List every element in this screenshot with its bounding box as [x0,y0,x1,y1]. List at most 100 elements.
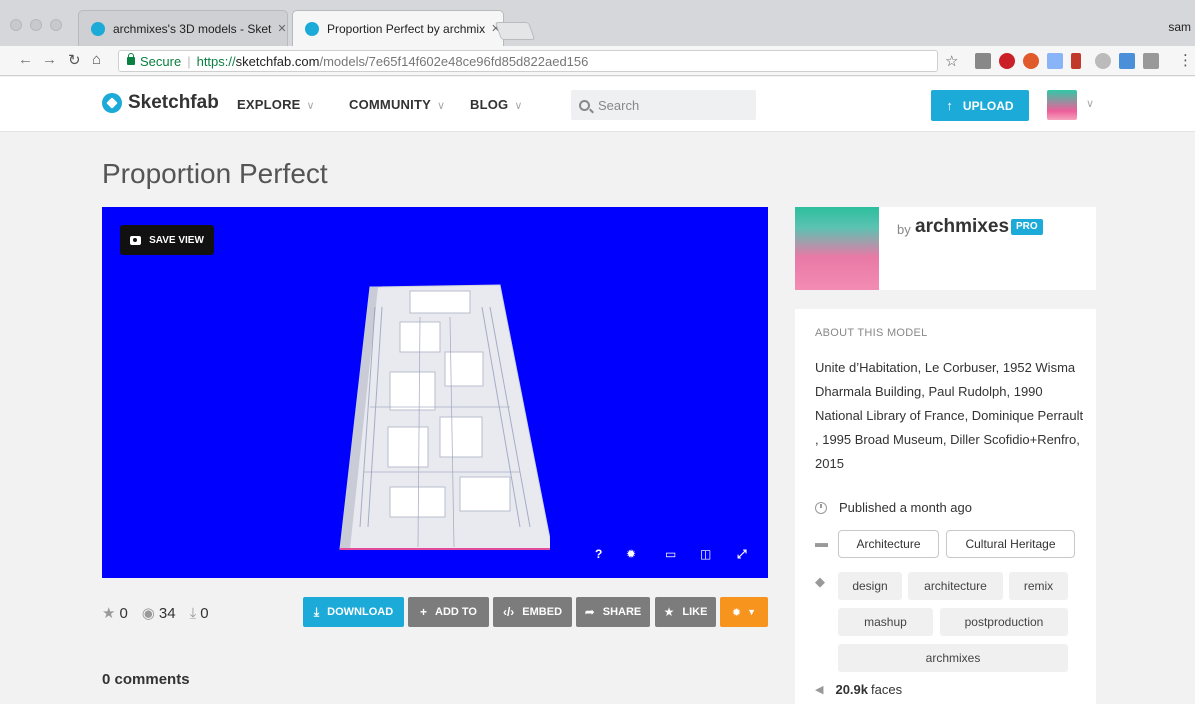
search-placeholder: Search [598,97,640,113]
about-heading: ABOUT THIS MODEL [815,327,928,339]
vr-icon[interactable]: ▭ [665,547,676,561]
faces-value: 20.9k [835,682,869,697]
tag-design[interactable]: design [838,572,902,600]
sketchfab-favicon-icon [91,21,105,36]
home-icon[interactable]: ⌂ [92,51,101,68]
extension-translate-icon[interactable] [975,53,991,69]
user-avatar[interactable] [1047,90,1077,120]
browser-profile-name[interactable]: sam [1168,20,1191,34]
nav-label: EXPLORE [237,97,301,112]
browser-tab-bar: archmixes's 3D models - Sket ✕ Proportio… [0,0,1195,46]
published-label: Published a month ago [839,500,972,515]
share-label: SHARE [602,606,642,618]
tag-postproduction[interactable]: postproduction [940,608,1068,636]
face-count: ◀ 20.9k faces [815,682,902,697]
tag-architecture[interactable]: architecture [908,572,1003,600]
browser-tab[interactable]: archmixes's 3D models - Sket ✕ [78,10,288,46]
model-viewer[interactable]: SAVE VIEW ? ✹ ▭ ◫ ⤢ [102,207,768,578]
share-button[interactable]: ➦ SHARE [576,597,650,627]
author-name-link[interactable]: archmixes [915,216,1009,238]
view-count: ◉ 34 [141,604,176,623]
pro-badge: PRO [1011,219,1043,235]
chevron-down-icon: ∨ [436,100,446,112]
window-minimize-button[interactable] [30,19,42,31]
published-date: Published a month ago [815,500,972,515]
back-arrow-icon[interactable]: ← [18,51,33,68]
eye-icon: ◉ [141,605,155,622]
upload-label: UPLOAD [962,98,1014,113]
bookmark-star-icon[interactable]: ☆ [945,52,958,70]
search-input[interactable]: Search [571,90,756,120]
category-cultural-heritage[interactable]: Cultural Heritage [946,530,1075,558]
nav-blog[interactable]: BLOG ∨ [470,97,523,112]
help-button[interactable]: ? [595,547,602,561]
extension-circle-icon[interactable] [1095,53,1111,69]
tag-mashup[interactable]: mashup [838,608,933,636]
like-count: ★ 0 [102,604,128,623]
tag-label: remix [1023,579,1054,593]
download-count-value: 0 [200,604,209,622]
search-icon [579,99,590,111]
lock-icon [127,53,135,65]
chevron-down-icon: ▼ [747,607,757,617]
sketchfab-logo[interactable]: Sketchfab [102,92,219,114]
category-label: Cultural Heritage [965,537,1056,551]
url-separator: | [187,53,191,69]
url-input[interactable]: Secure | https:// sketchfab.com /models/… [118,50,938,72]
tab-title: archmixes's 3D models - Sket [113,21,272,36]
window-zoom-button[interactable] [50,19,62,31]
extension-pinterest-icon[interactable] [999,53,1015,69]
chevron-down-icon: ∨ [306,100,315,112]
tag-archmixes[interactable]: archmixes [838,644,1068,672]
category-architecture[interactable]: Architecture [838,530,939,558]
save-view-button[interactable]: SAVE VIEW [120,225,214,255]
embed-view-icon[interactable]: ◫ [700,547,711,561]
chevron-down-icon: ∨ [514,100,523,112]
secure-label: Secure [140,53,182,69]
nav-explore[interactable]: EXPLORE ∨ [237,97,315,112]
like-label: LIKE [682,606,708,618]
reload-icon[interactable]: ↻ [68,51,81,69]
download-icon: ⤓ [313,604,320,619]
browser-menu-icon[interactable]: ⋮ [1178,51,1193,69]
extension-bars-icon[interactable] [1071,53,1081,69]
gear-icon[interactable]: ✹ [626,547,636,561]
model-settings-button[interactable]: ✹ ▼ [720,597,768,627]
new-tab-button[interactable] [494,22,536,40]
tag-icon: ◆ [815,574,825,589]
chevron-down-icon[interactable]: ∨ [1086,97,1094,110]
add-to-label: ADD TO [435,606,477,618]
author-avatar[interactable] [795,207,879,290]
extension-grammar-icon[interactable] [1023,53,1039,69]
star-icon: ★ [102,605,116,622]
embed-button[interactable]: ‹/› EMBED [493,597,572,627]
tag-label: archmixes [925,651,981,665]
fullscreen-icon[interactable]: ⤢ [737,547,747,562]
save-view-label: SAVE VIEW [149,234,204,246]
upload-button[interactable]: ↑ UPLOAD [931,90,1029,121]
browser-tab-active[interactable]: Proportion Perfect by archmix ✕ [292,10,504,46]
about-description: Unite d’Habitation, Le Corbuser, 1952 Wi… [815,360,1084,471]
forward-arrow-icon[interactable]: → [42,51,57,68]
window-close-button[interactable] [10,19,22,31]
nav-community[interactable]: COMMUNITY ∨ [349,97,445,112]
author-by-label: by [897,222,911,237]
extension-expand-icon[interactable] [1119,53,1135,69]
download-label: DOWNLOAD [327,606,394,618]
camera-icon [130,235,142,245]
plus-icon: + [420,605,428,619]
tag-label: architecture [924,579,987,593]
tag-remix[interactable]: remix [1009,572,1068,600]
tag-label: mashup [864,615,907,629]
extension-docs-icon[interactable] [1047,53,1063,69]
code-icon: ‹/› [502,605,515,619]
download-button[interactable]: ⤓ DOWNLOAD [303,597,404,627]
extension-camera-icon[interactable] [1143,53,1159,69]
download-count: ⤓ 0 [190,605,209,622]
secure-indicator[interactable]: Secure [127,53,182,69]
about-model-card: ABOUT THIS MODEL Unite d’Habitation, Le … [795,309,1096,704]
like-button[interactable]: ★ LIKE [655,597,716,627]
add-to-button[interactable]: + ADD TO [408,597,489,627]
tab-close-icon[interactable]: ✕ [277,22,286,35]
site-header: Sketchfab EXPLORE ∨ COMMUNITY ∨ BLOG ∨ Sear… [0,77,1195,132]
